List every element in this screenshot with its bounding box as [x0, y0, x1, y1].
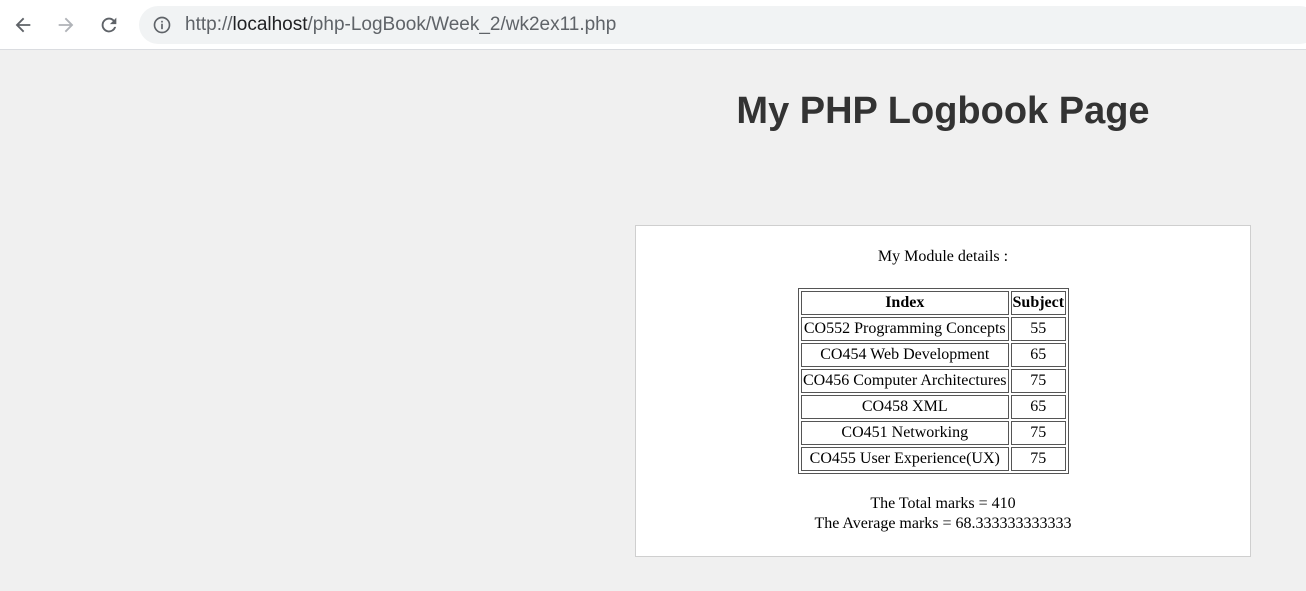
marks-table: Index Subject CO552 Programming Concepts…: [798, 288, 1070, 474]
module-panel: My Module details : Index Subject CO552 …: [635, 225, 1251, 557]
info-icon[interactable]: [152, 15, 172, 35]
module-mark-cell: 75: [1010, 369, 1067, 393]
reload-icon: [101, 17, 117, 33]
table-row: CO456 Computer Architectures 75: [801, 369, 1067, 393]
module-heading: My Module details :: [877, 248, 1009, 265]
module-mark-cell: 65: [1010, 343, 1067, 367]
module-name-cell: CO455 User Experience(UX): [801, 447, 1009, 471]
url-text[interactable]: http://localhost/php-LogBook/Week_2/wk2e…: [185, 6, 616, 44]
table-row: CO454 Web Development 65: [801, 343, 1067, 367]
browser-toolbar: http://localhost/php-LogBook/Week_2/wk2e…: [0, 0, 1306, 50]
average-marks-text: The Average marks = 68.333333333333: [814, 515, 1072, 532]
reload-button[interactable]: [93, 9, 125, 41]
marks-summary: The Total marks = 410 The Average marks …: [636, 494, 1250, 534]
module-mark-cell: 75: [1010, 447, 1067, 471]
module-name-cell: CO451 Networking: [801, 421, 1009, 445]
url-prefix: http://: [185, 14, 233, 35]
forward-arrow-icon: [58, 17, 74, 33]
module-name-cell: CO458 XML: [801, 395, 1009, 419]
module-mark-cell: 65: [1010, 395, 1067, 419]
back-button[interactable]: [7, 9, 39, 41]
table-header-row: Index Subject: [801, 291, 1067, 315]
forward-button[interactable]: [50, 9, 82, 41]
column-header-index: Index: [801, 291, 1009, 315]
url-host: localhost: [232, 14, 308, 35]
column-header-subject: Subject: [1010, 291, 1067, 315]
module-mark-cell: 55: [1010, 317, 1067, 341]
table-row: CO552 Programming Concepts 55: [801, 317, 1067, 341]
module-mark-cell: 75: [1010, 421, 1067, 445]
address-bar[interactable]: http://localhost/php-LogBook/Week_2/wk2e…: [139, 6, 1306, 44]
module-name-cell: CO456 Computer Architectures: [801, 369, 1009, 393]
back-arrow-icon: [15, 17, 31, 33]
table-row: CO455 User Experience(UX) 75: [801, 447, 1067, 471]
module-name-cell: CO552 Programming Concepts: [801, 317, 1009, 341]
url-path: /php-LogBook/Week_2/wk2ex11.php: [307, 14, 617, 35]
table-row: CO451 Networking 75: [801, 421, 1067, 445]
total-marks-text: The Total marks = 410: [870, 495, 1016, 512]
module-name-cell: CO454 Web Development: [801, 343, 1009, 367]
table-row: CO458 XML 65: [801, 395, 1067, 419]
page-title: My PHP Logbook Page: [736, 90, 1150, 132]
